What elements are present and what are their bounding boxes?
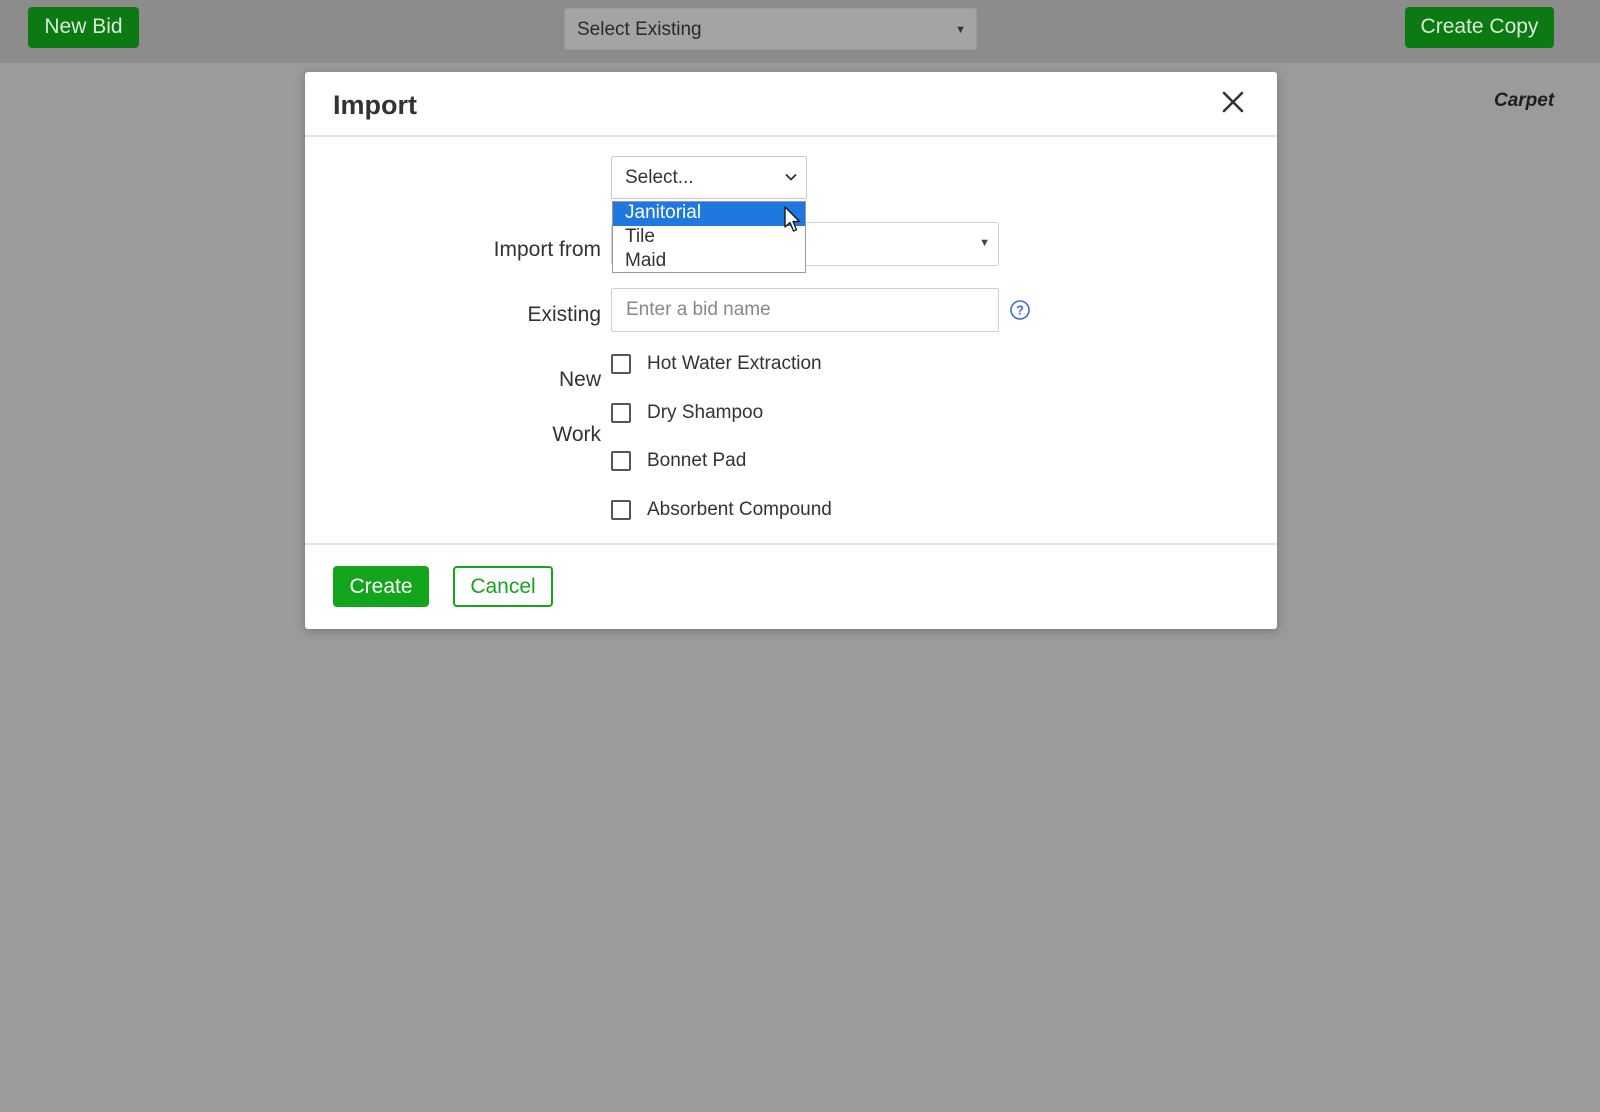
bid-name-input[interactable] — [611, 288, 999, 332]
checkbox[interactable] — [611, 403, 631, 423]
import-from-label: Import from — [493, 238, 601, 261]
checkbox[interactable] — [611, 451, 631, 471]
work-option-label: Absorbent Compound — [647, 499, 832, 520]
service-type-label: Carpet — [1494, 90, 1555, 111]
checkbox[interactable] — [611, 500, 631, 520]
checkbox[interactable] — [611, 354, 631, 374]
dialog-header: Import — [305, 72, 1277, 137]
import-from-options: Janitorial Tile Maid — [612, 201, 806, 273]
option-maid[interactable]: Maid — [613, 250, 805, 274]
import-dialog: Import Import from Existing New Work ▼ S… — [305, 72, 1277, 629]
select-existing-dropdown[interactable]: Select Existing ▼ — [564, 8, 977, 50]
mouse-cursor-icon — [784, 206, 801, 232]
existing-label: Existing — [527, 303, 601, 326]
create-copy-button[interactable]: Create Copy — [1405, 7, 1554, 48]
top-toolbar: New Bid Select Existing ▼ Create Copy — [0, 0, 1600, 63]
work-label: Work — [552, 423, 601, 446]
work-option-label: Hot Water Extraction — [647, 353, 822, 374]
cancel-button[interactable]: Cancel — [453, 566, 553, 607]
help-icon[interactable]: ? — [1009, 299, 1031, 321]
option-tile[interactable]: Tile — [613, 226, 805, 250]
svg-text:?: ? — [1016, 303, 1024, 318]
select-existing-value: Select Existing — [577, 19, 702, 40]
dialog-footer: Create Cancel — [305, 543, 1277, 631]
chevron-down-icon — [785, 173, 797, 181]
caret-down-icon: ▼ — [979, 237, 990, 249]
work-option-label: Bonnet Pad — [647, 450, 747, 471]
new-label: New — [558, 368, 601, 391]
work-option-label: Dry Shampoo — [647, 402, 764, 423]
create-button[interactable]: Create — [333, 566, 429, 607]
option-janitorial[interactable]: Janitorial — [613, 202, 805, 226]
dialog-title: Import — [333, 90, 417, 120]
import-from-select[interactable]: Select... — [611, 156, 807, 199]
close-icon[interactable] — [1221, 90, 1245, 114]
caret-down-icon: ▼ — [955, 24, 966, 36]
import-from-value: Select... — [625, 167, 694, 188]
new-bid-button[interactable]: New Bid — [28, 7, 139, 48]
